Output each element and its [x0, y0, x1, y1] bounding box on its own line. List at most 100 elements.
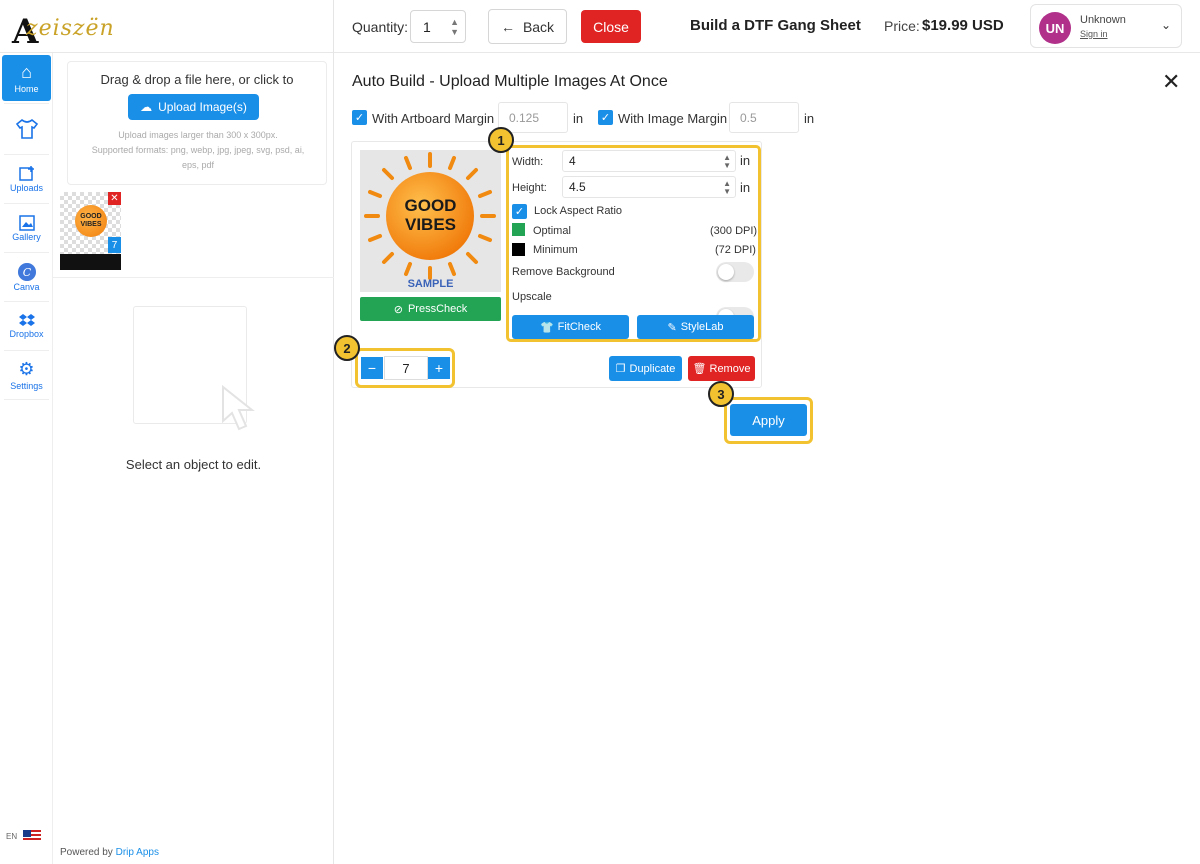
duplicate-label: Duplicate [629, 362, 676, 375]
rail-divider [4, 154, 49, 155]
remove-background-toggle[interactable] [716, 262, 754, 282]
rail-item-label: Canva [13, 282, 40, 292]
avatar: UN [1039, 12, 1071, 44]
fitcheck-label: FitCheck [557, 321, 602, 333]
back-button[interactable]: ← Back [488, 9, 567, 44]
spinner-arrows-icon[interactable]: ▲ ▼ [723, 180, 731, 196]
uploaded-thumbnail[interactable]: GOOD VIBES ✕ 7 [60, 192, 121, 270]
upload-hint-line: eps, pdf [181, 160, 215, 170]
step-badge-3: 3 [708, 381, 734, 407]
minimum-dpi: (72 DPI) [715, 244, 756, 256]
rail-divider [4, 399, 49, 400]
unit-label: in [740, 180, 751, 195]
canva-icon: C [17, 263, 36, 281]
svg-text:C: C [22, 266, 31, 279]
magic-wand-icon: ✎ [667, 321, 677, 334]
back-label: Back [522, 18, 555, 35]
decrement-button[interactable]: − [361, 357, 383, 379]
copies-input[interactable]: 7 [384, 356, 428, 380]
rail-item-uploads[interactable]: Uploads [2, 156, 51, 202]
spinner-arrows-icon[interactable]: ▲ ▼ [723, 154, 731, 170]
cursor-pointer-icon [222, 384, 255, 431]
image-preview[interactable]: GOOD VIBES SAMPLE [360, 150, 501, 292]
rail-item-home[interactable]: ⌂ Home [2, 55, 51, 101]
rail-item-label: Home [14, 83, 39, 94]
increment-button[interactable]: + [428, 357, 450, 379]
remove-button[interactable]: 🗑 Remove [688, 356, 755, 381]
rail-divider [4, 252, 49, 253]
optimal-color-swatch [512, 223, 525, 236]
quantity-input[interactable]: 1 ▲ ▼ [410, 10, 466, 43]
image-margin-input[interactable]: 0.5 [729, 102, 799, 133]
width-input[interactable]: 4 ▲ ▼ [562, 150, 736, 172]
us-flag-icon [23, 830, 42, 842]
rail-item-gallery[interactable]: Gallery [2, 205, 51, 251]
left-panel: Drag & drop a file here, or click to ☁ U… [53, 53, 334, 864]
preview-text: GOOD VIBES [360, 196, 501, 234]
height-label: Height: [512, 182, 547, 194]
arrow-left-icon: ← [500, 18, 515, 35]
rail-item-label: Uploads [9, 183, 44, 193]
sample-label: SAMPLE [407, 278, 454, 290]
powered-prefix: Powered by [60, 847, 113, 858]
quantity-value: 1 [423, 19, 431, 35]
rail-item-settings[interactable]: ⚙ Settings [2, 352, 51, 398]
check-circle-icon: ⊘ [393, 303, 403, 316]
image-margin-checkbox[interactable]: ✓ [598, 110, 613, 125]
thumbnail-footer [60, 254, 121, 270]
optimal-dpi: (300 DPI) [710, 225, 758, 237]
apply-button[interactable]: Apply [730, 404, 807, 436]
upload-dropzone[interactable]: Drag & drop a file here, or click to ☁ U… [67, 61, 327, 185]
nav-rail: ⌂ Home Uploads Gallery C Canva Dropbox ⚙… [0, 53, 53, 864]
artboard-margin-input[interactable]: 0.125 [498, 102, 568, 133]
rail-item-canva[interactable]: C Canva [2, 254, 51, 300]
close-button[interactable]: Close [581, 10, 641, 43]
rail-item-dropbox[interactable]: Dropbox [2, 303, 51, 349]
brand-logo[interactable]: A zeiszën [6, 8, 114, 52]
sign-in-link[interactable]: Sign in [1080, 29, 1108, 39]
presscheck-button[interactable]: ⊘ PressCheck [360, 297, 501, 321]
upload-image-button[interactable]: ☁ Upload Image(s) [128, 94, 259, 120]
home-icon: ⌂ [21, 61, 32, 82]
artboard-margin-checkbox[interactable]: ✓ [352, 110, 367, 125]
user-menu[interactable]: UN Unknown Sign in ⌄ [1030, 4, 1182, 48]
preview-line-2: VIBES [404, 215, 457, 234]
rail-item-label: Settings [10, 380, 43, 391]
duplicate-button[interactable]: ❐ Duplicate [609, 356, 682, 381]
stylelab-button[interactable]: ✎ StyleLab [637, 315, 754, 339]
rail-item-label: Dropbox [9, 329, 44, 339]
language-selector[interactable]: EN [6, 830, 42, 842]
dropbox-icon [18, 314, 35, 326]
image-margin-label: With Image Margin [618, 111, 728, 126]
height-input[interactable]: 4.5 ▲ ▼ [562, 176, 736, 198]
page-title: Build a DTF Gang Sheet [690, 17, 861, 34]
spinner-arrows-icon[interactable]: ▲ ▼ [450, 17, 459, 37]
upload-hint: Upload images larger than 300 x 300px. S… [78, 128, 318, 173]
powered-by: Powered by Drip Apps [60, 847, 159, 858]
price-label: Price: [884, 18, 920, 34]
price-value: $19.99 USD [922, 17, 1004, 34]
trash-icon: 🗑 [692, 363, 707, 375]
lock-aspect-checkbox[interactable]: ✓ [512, 204, 527, 219]
dialog-title: Auto Build - Upload Multiple Images At O… [352, 73, 668, 90]
rail-divider [4, 301, 49, 302]
upload-title: Drag & drop a file here, or click to [100, 72, 294, 87]
minimum-label: Minimum [533, 244, 578, 256]
unit-label: in [740, 153, 751, 168]
artboard-margin-label: With Artboard Margin [372, 111, 495, 126]
user-name: Unknown [1080, 14, 1126, 26]
drip-apps-link[interactable]: Drip Apps [116, 847, 159, 858]
delete-thumbnail-icon[interactable]: ✕ [108, 192, 121, 205]
remove-label: Remove [709, 362, 751, 375]
rail-divider [4, 203, 49, 204]
unit-label: in [573, 111, 584, 126]
chevron-down-icon: ⌄ [1160, 18, 1171, 32]
upload-icon [18, 166, 34, 181]
top-header: A zeiszën Quantity: 1 ▲ ▼ ← Back Close Bu… [0, 0, 1200, 53]
width-label: Width: [512, 156, 544, 168]
close-icon[interactable]: ✕ [1162, 69, 1180, 95]
fitcheck-button[interactable]: 👕 FitCheck [512, 315, 629, 339]
cloud-upload-icon: ☁ [140, 100, 153, 114]
rail-item-products[interactable] [2, 106, 51, 152]
thumbnail-text: GOOD VIBES [75, 205, 107, 237]
